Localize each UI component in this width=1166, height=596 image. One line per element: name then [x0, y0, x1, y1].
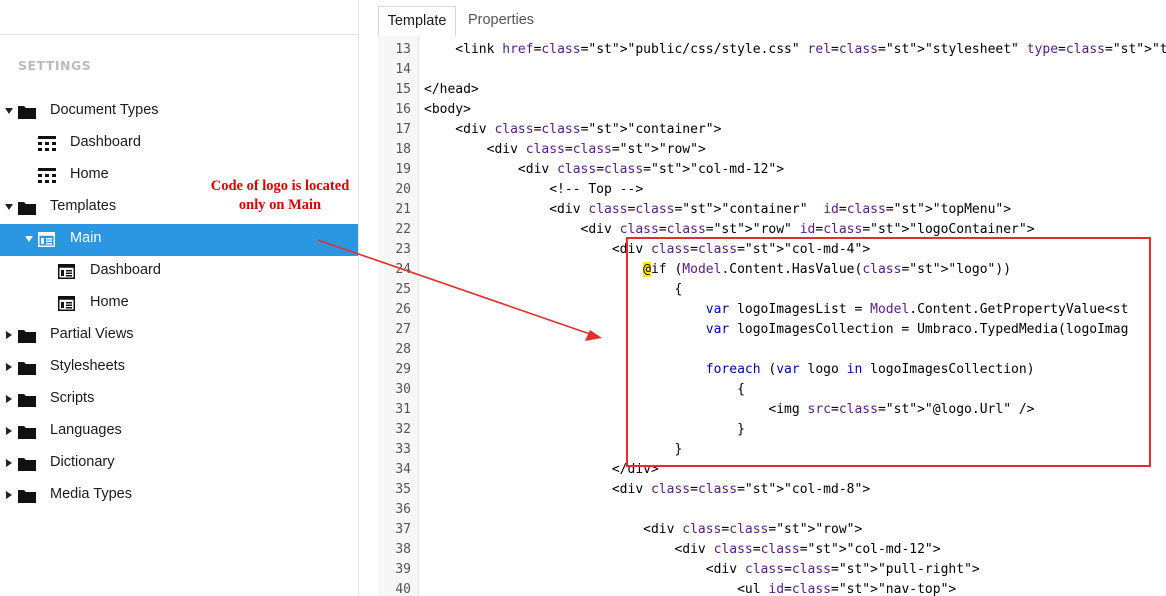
annotation-arrow	[317, 239, 602, 341]
